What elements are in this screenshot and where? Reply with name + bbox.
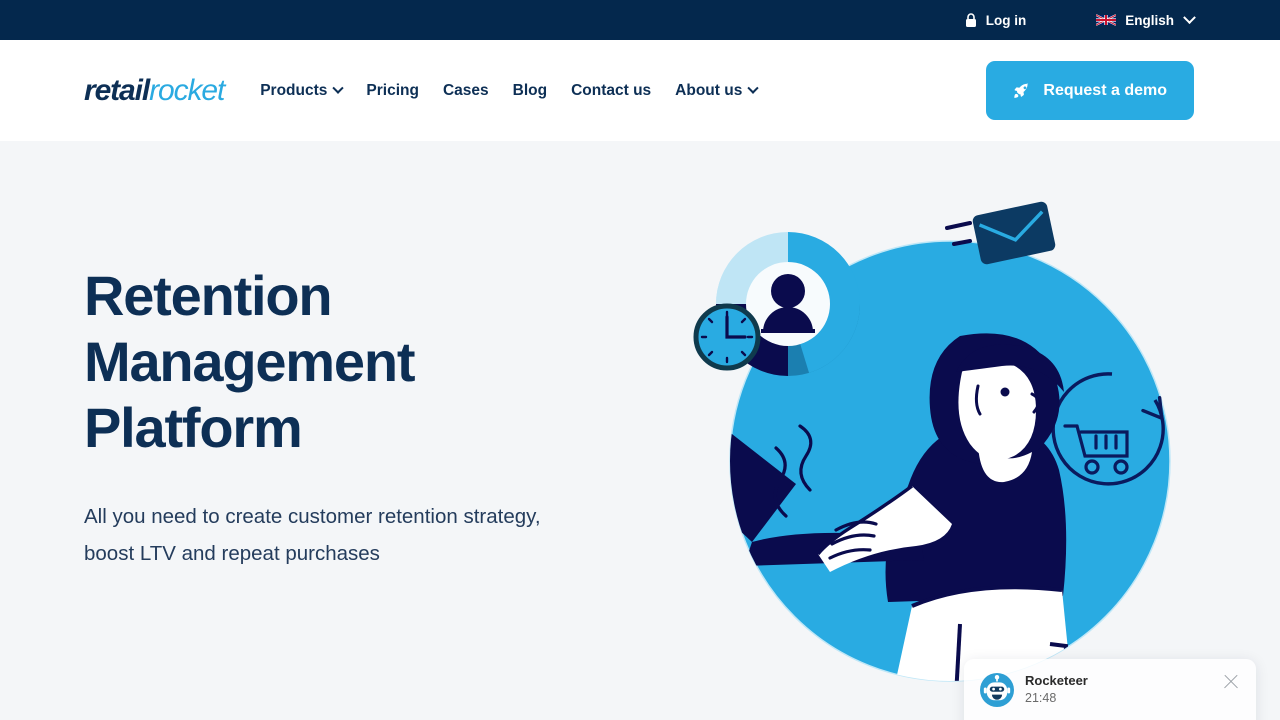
logo-part-retail: retail [84,73,150,107]
hero-illustration [693,201,1171,682]
chat-timestamp: 21:48 [1025,690,1057,705]
chevron-down-icon [1183,10,1196,24]
chat-agent-name: Rocketeer [1025,673,1088,688]
lock-icon [965,12,976,27]
nav-item-contact-us[interactable]: Contact us [571,82,651,100]
page-title: Retention Management Platform [84,264,415,460]
hero-section: Retention Management Platform All you ne… [0,141,1280,720]
nav-label: Blog [512,81,548,99]
logo-part-rocket: rocket [149,73,225,107]
nav-label: Cases [442,81,489,99]
logo[interactable]: retailrocket [84,73,225,108]
uk-flag-icon [1096,14,1117,26]
nav-item-about-us[interactable]: About us [675,81,759,100]
login-label: Log in [985,12,1027,28]
close-icon[interactable] [1222,673,1240,691]
nav-label: Pricing [366,81,419,99]
chevron-down-icon [332,82,345,94]
main-navigation: Products Pricing Cases Blog Contact us A… [260,81,759,100]
chevron-down-icon [747,82,759,94]
nav-item-pricing[interactable]: Pricing [366,82,419,100]
rocket-icon [1014,83,1029,98]
language-selector[interactable]: English [1096,10,1196,28]
nav-item-products[interactable]: Products [260,81,345,100]
chat-popup[interactable]: Rocketeer 21:48 Hello!👋How can I help yo… [964,659,1256,720]
clock-icon [693,303,761,371]
nav-item-blog[interactable]: Blog [513,82,547,100]
language-label: English [1125,12,1174,28]
chat-agent-meta: Rocketeer 21:48 [1025,673,1088,705]
top-utility-bar: Log in English [0,0,1280,40]
request-demo-button[interactable]: Request a demo [986,61,1194,120]
hero-copy: Retention Management Platform All you ne… [84,263,644,572]
nav-label: Contact us [571,81,652,99]
chat-popup-header: Rocketeer 21:48 [980,673,1240,707]
nav-label: About us [675,81,743,99]
login-link[interactable]: Log in [965,12,1027,28]
hero-subtitle: All you need to create customer retentio… [84,505,541,565]
nav-item-cases[interactable]: Cases [443,82,489,100]
request-demo-label: Request a demo [1043,81,1167,99]
site-header: retailrocket Products Pricing Cases Blog… [0,40,1280,141]
nav-label: Products [260,81,328,99]
robot-avatar-icon [980,673,1014,707]
